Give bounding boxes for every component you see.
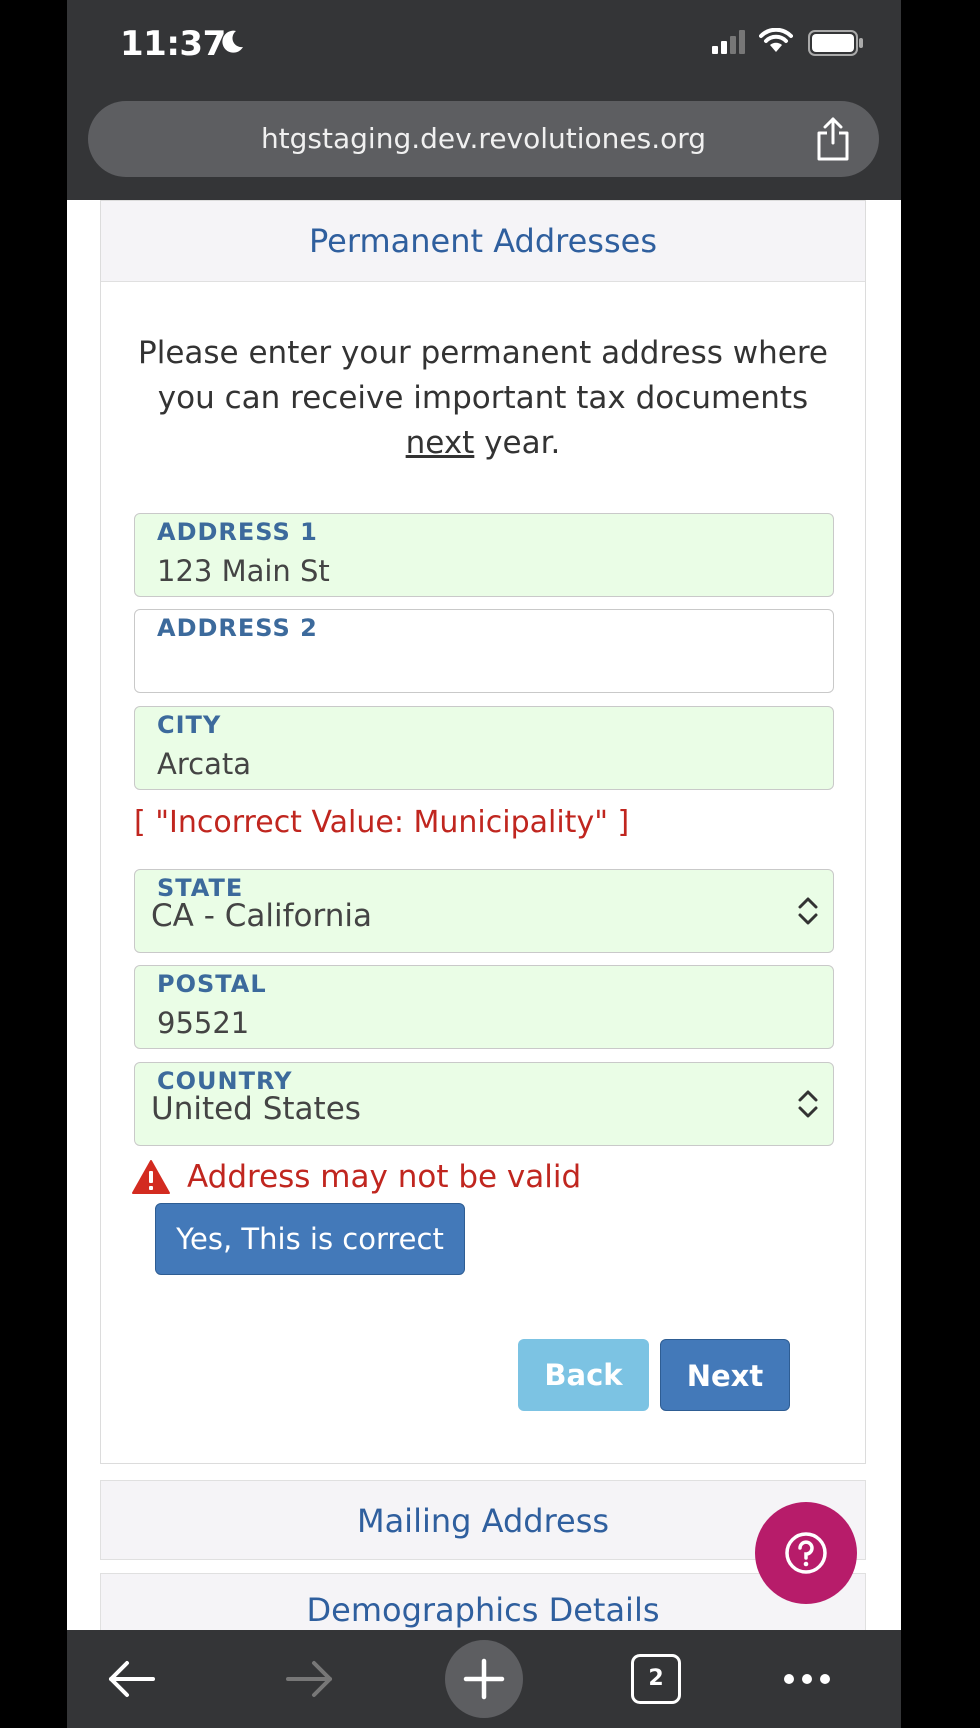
url-text: htgstaging.dev.revolutiones.org	[260, 122, 707, 155]
postal-label: POSTAL	[157, 970, 267, 998]
instructions-emphasis: next	[405, 425, 475, 461]
postal-field[interactable]: POSTAL 95521	[134, 965, 834, 1049]
tab-switcher-button[interactable]: 2	[631, 1654, 681, 1704]
moon-icon	[222, 30, 243, 53]
select-chevrons-icon	[798, 1090, 818, 1118]
share-icon[interactable]	[815, 117, 851, 161]
address2-field[interactable]: ADDRESS 2	[134, 609, 834, 693]
city-label: CITY	[157, 711, 222, 739]
instructions-part-2: year.	[474, 425, 561, 461]
help-button[interactable]	[755, 1502, 857, 1604]
country-value: United States	[151, 1091, 361, 1127]
address1-input[interactable]: 123 Main St	[157, 554, 330, 588]
address-bar[interactable]: htgstaging.dev.revolutiones.org	[88, 101, 879, 177]
cellular-signal-icon	[712, 30, 745, 54]
forward-arrow-icon[interactable]	[280, 1630, 340, 1728]
browser-toolbar: 2	[67, 1630, 901, 1728]
city-field[interactable]: CITY Arcata	[134, 706, 834, 790]
question-mark-icon	[785, 1532, 827, 1574]
browser-top-chrome: 11:37 htgstaging.dev.revolutiones.org	[67, 0, 901, 200]
postal-input[interactable]: 95521	[157, 1006, 249, 1040]
instructions-text: Please enter your permanent address wher…	[121, 331, 845, 466]
next-button[interactable]: Next	[660, 1339, 790, 1411]
state-select[interactable]: STATE CA - California	[134, 869, 834, 953]
confirm-address-button[interactable]: Yes, This is correct	[155, 1203, 465, 1275]
more-options-icon[interactable]	[779, 1630, 839, 1728]
permanent-addresses-header[interactable]: Permanent Addresses	[101, 201, 865, 282]
page-content: Permanent Addresses Please enter your pe…	[67, 200, 901, 1630]
state-value: CA - California	[151, 898, 372, 934]
wifi-icon	[759, 28, 793, 52]
address-warning-message: Address may not be valid	[187, 1159, 582, 1195]
battery-icon	[808, 30, 863, 56]
city-error-message: [ "Incorrect Value: Municipality" ]	[134, 805, 630, 840]
status-time: 11:37	[120, 24, 226, 64]
address1-field[interactable]: ADDRESS 1 123 Main St	[134, 513, 834, 597]
back-button[interactable]: Back	[518, 1339, 649, 1411]
instructions-part-1: Please enter your permanent address wher…	[138, 335, 828, 416]
phone-screen: 11:37 htgstaging.dev.revolutiones.org Pe…	[67, 0, 901, 1728]
address1-label: ADDRESS 1	[157, 518, 318, 546]
city-input[interactable]: Arcata	[157, 747, 251, 781]
address2-label: ADDRESS 2	[157, 614, 318, 642]
new-tab-button[interactable]	[445, 1640, 523, 1718]
warning-triangle-icon	[132, 1160, 170, 1194]
permanent-address-panel: Permanent Addresses Please enter your pe…	[100, 200, 866, 1464]
demographics-details-section[interactable]: Demographics Details	[100, 1573, 866, 1630]
back-arrow-icon[interactable]	[103, 1630, 163, 1728]
plus-icon	[463, 1658, 505, 1700]
select-chevrons-icon	[798, 897, 818, 925]
country-select[interactable]: COUNTRY United States	[134, 1062, 834, 1146]
mailing-address-section[interactable]: Mailing Address	[100, 1480, 866, 1560]
